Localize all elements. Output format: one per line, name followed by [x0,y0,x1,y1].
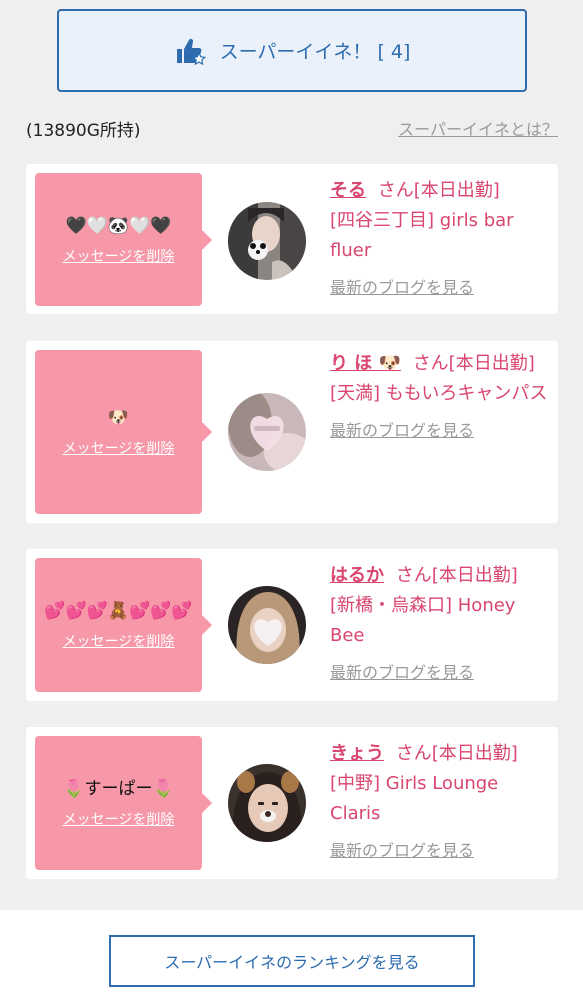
message-card: 🖤🤍🐼🤍🖤 メッセージを削除 そる さん[本日出勤] [四谷三丁目] girls… [26,164,558,314]
avatar[interactable] [228,764,306,842]
avatar[interactable] [228,393,306,471]
avatar-photo [228,764,306,842]
cast-name-link[interactable]: きょう [330,743,384,764]
message-card: 💕💕💕🧸💕💕💕 メッセージを削除 はるか さん[本日出勤] [新橋・烏森口] H… [26,549,558,701]
cast-status: さん[本日出勤] [395,565,518,586]
shop-name[interactable]: [中野] Girls Lounge Claris [330,769,550,829]
message-bubble: 🖤🤍🐼🤍🖤 メッセージを削除 [35,173,212,306]
message-text: 🐶 [107,408,130,428]
thumbs-up-star-icon [176,38,206,65]
owned-gold: (13890G所持) [26,121,141,141]
avatar-photo [228,586,306,664]
shop-name[interactable]: [四谷三丁目] girls bar fluer [330,206,550,266]
cast-name-link[interactable]: り ほ 🐶 [330,353,401,374]
message-card: 🐶 メッセージを削除 り ほ 🐶 さん[本日出勤] [天満] ももいろキャンパス… [26,341,558,523]
delete-message-link[interactable]: メッセージを削除 [63,631,175,651]
cast-status: さん[本日出勤] [395,743,518,764]
blog-link[interactable]: 最新のブログを見る [330,659,474,683]
message-text: 💕💕💕🧸💕💕💕 [44,601,193,621]
cast-info: そる さん[本日出勤] [四谷三丁目] girls bar fluer 最新のブ… [330,176,550,298]
gold-status-row: (13890G所持) スーパーイイネとは？ [26,116,558,141]
what-is-super-like-link[interactable]: スーパーイイネとは？ [398,116,558,140]
super-like-label: スーパーイイネ！ [ 4] [219,41,411,63]
avatar-photo [228,202,306,280]
message-text: 🌷すーぱー🌷 [63,779,174,799]
avatar-photo [228,393,306,471]
cast-info: きょう さん[本日出勤] [中野] Girls Lounge Claris 最新… [330,739,550,861]
super-like-button[interactable]: スーパーイイネ！ [ 4] [57,9,527,92]
cast-name-link[interactable]: はるか [330,565,384,586]
blog-link[interactable]: 最新のブログを見る [330,837,474,861]
message-text: 🖤🤍🐼🤍🖤 [65,215,172,236]
message-bubble: 💕💕💕🧸💕💕💕 メッセージを削除 [35,558,212,692]
ranking-button[interactable]: スーパーイイネのランキングを見る [109,935,475,987]
blog-link[interactable]: 最新のブログを見る [330,274,474,298]
delete-message-link[interactable]: メッセージを削除 [63,438,175,458]
shop-name[interactable]: [天満] ももいろキャンパス [330,379,550,409]
shop-name[interactable]: [新橋・烏森口] Honey Bee [330,591,550,651]
blog-link[interactable]: 最新のブログを見る [330,417,474,441]
cast-info: り ほ 🐶 さん[本日出勤] [天満] ももいろキャンパス 最新のブログを見る [330,349,550,441]
cast-status: さん[本日出勤] [412,353,535,374]
cast-info: はるか さん[本日出勤] [新橋・烏森口] Honey Bee 最新のブログを見… [330,561,550,683]
message-bubble: 🐶 メッセージを削除 [35,350,212,514]
delete-message-link[interactable]: メッセージを削除 [63,809,175,829]
delete-message-link[interactable]: メッセージを削除 [63,246,175,266]
message-bubble: 🌷すーぱー🌷 メッセージを削除 [35,736,212,870]
footer: スーパーイイネのランキングを見る [0,910,583,1000]
cast-status: さん[本日出勤] [377,180,500,201]
avatar[interactable] [228,586,306,664]
message-card: 🌷すーぱー🌷 メッセージを削除 きょう さん[本日出勤] [中野] Girls … [26,727,558,879]
avatar[interactable] [228,202,306,280]
cast-name-link[interactable]: そる [330,180,366,201]
